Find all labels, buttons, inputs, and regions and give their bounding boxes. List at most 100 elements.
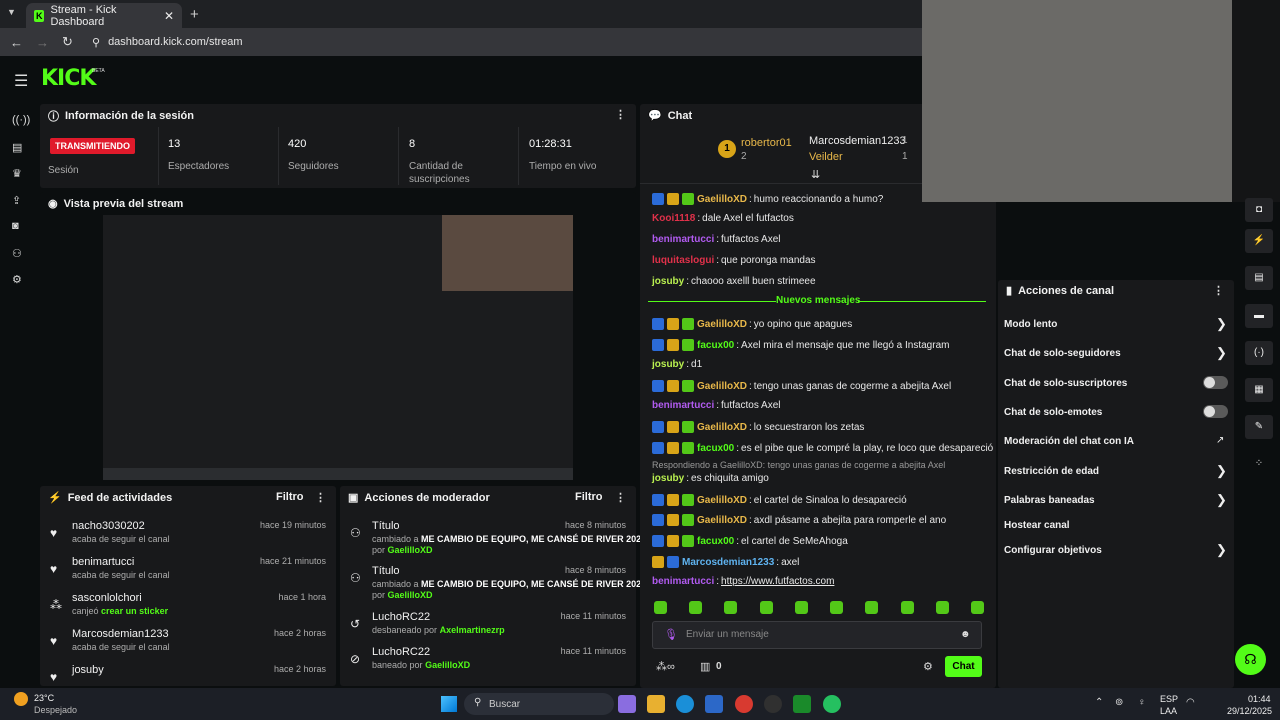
chat-username[interactable]: luquitaslogui	[652, 255, 714, 266]
bolt-quick-icon[interactable]: ⚡	[1245, 229, 1273, 253]
browser-tab[interactable]: K Stream - Kick Dashboard ✕	[26, 3, 182, 28]
wifi-icon[interactable]: ◠	[1186, 697, 1195, 708]
channel-action-label[interactable]: Moderación del chat con IA	[1004, 436, 1134, 447]
mic-tray-icon[interactable]: ♀	[1138, 697, 1146, 708]
chat-quick-icon[interactable]: ▬	[1245, 304, 1273, 328]
chevron-right-icon[interactable]: ❯	[1216, 492, 1227, 508]
chat-username[interactable]: facux00	[697, 536, 734, 547]
moderation-nav-icon[interactable]: ◙	[12, 220, 19, 232]
store-icon[interactable]: ▥	[700, 660, 710, 673]
stream-nav-icon[interactable]: ((·))	[12, 114, 30, 126]
chat-username[interactable]: GaelilloXD	[697, 381, 747, 392]
site-info-icon[interactable]: ⚲	[92, 36, 100, 49]
more-options-icon[interactable]: ⋮	[615, 108, 626, 121]
chat-username[interactable]: benimartucci	[652, 576, 714, 587]
channel-action-label[interactable]: Restricción de edad	[1004, 466, 1099, 477]
emote-icon[interactable]	[759, 601, 773, 614]
emote-icon[interactable]	[865, 601, 879, 614]
chat-username[interactable]: GaelilloXD	[697, 422, 747, 433]
notes-quick-icon[interactable]: ▤	[1245, 266, 1273, 290]
settings-nav-icon[interactable]: ⚙	[12, 273, 22, 286]
chat-username[interactable]: GaelilloXD	[697, 194, 747, 205]
emote-icon[interactable]	[724, 601, 738, 614]
close-tab-icon[interactable]: ✕	[164, 9, 174, 23]
emote-icon[interactable]	[654, 601, 667, 614]
camera-quick-icon[interactable]: ◘	[1245, 198, 1273, 222]
emote-icon[interactable]	[935, 601, 949, 614]
start-icon[interactable]	[441, 696, 457, 712]
feed-user[interactable]: Marcosdemian1233	[72, 628, 169, 640]
emote-icon[interactable]	[689, 601, 703, 614]
mod-user[interactable]: GaelilloXD	[388, 545, 433, 555]
emote-icon[interactable]	[970, 601, 984, 614]
chevron-right-icon[interactable]: ❯	[1216, 463, 1227, 479]
analytics-nav-icon[interactable]: ▤	[12, 141, 22, 154]
chat-username[interactable]: GaelilloXD	[697, 515, 747, 526]
emoji-icon[interactable]: ☻	[960, 629, 971, 640]
copilot-icon[interactable]	[618, 695, 636, 713]
chat-username[interactable]: benimartucci	[652, 234, 714, 245]
chat-settings-icon[interactable]: ⚙	[923, 660, 933, 673]
store-app-icon[interactable]	[705, 695, 723, 713]
feed-filter-button[interactable]: Filtro	[276, 491, 304, 503]
feed-user[interactable]: josuby	[72, 664, 104, 676]
community-nav-icon[interactable]: ⚇	[12, 247, 22, 260]
mod-target[interactable]: Título	[372, 520, 400, 532]
channel-action-label[interactable]: Configurar objetivos	[1004, 545, 1102, 556]
chat-username[interactable]: Marcosdemian1233	[682, 557, 774, 568]
chat-username[interactable]: facux00	[697, 340, 734, 351]
taskbar-search[interactable]	[464, 693, 614, 715]
trophy-nav-icon[interactable]: ♛	[12, 167, 22, 180]
tab-list-icon[interactable]: ▼	[7, 7, 16, 17]
top-gifter-2[interactable]: Marcosdemian1233	[809, 135, 906, 147]
emote-icon[interactable]	[900, 601, 914, 614]
channel-action-label[interactable]: Hostear canal	[1004, 520, 1070, 531]
channel-more-icon[interactable]: ⋮	[1213, 284, 1224, 297]
tray-chevron-icon[interactable]: ⌃	[1095, 697, 1103, 708]
obs-icon[interactable]	[764, 695, 782, 713]
chat-username[interactable]: josuby	[652, 276, 684, 287]
feed-user[interactable]: nacho3030202	[72, 520, 145, 532]
channel-action-label[interactable]: Palabras baneadas	[1004, 495, 1095, 506]
mod-filter-button[interactable]: Filtro	[575, 491, 603, 503]
mod-target[interactable]: LuchoRC22	[372, 611, 430, 623]
chrome-icon[interactable]	[735, 695, 753, 713]
chat-username[interactable]: GaelilloXD	[697, 319, 747, 330]
forward-icon[interactable]: →	[36, 35, 49, 50]
chevron-right-icon[interactable]: ❯	[1216, 316, 1227, 332]
chat-username[interactable]: josuby	[652, 359, 684, 370]
chat-username[interactable]: Kooi1118	[652, 213, 695, 224]
feed-more-icon[interactable]: ⋮	[315, 491, 326, 504]
kick-logo[interactable]: KICK	[41, 66, 96, 91]
support-icon[interactable]: ☊	[1235, 644, 1266, 675]
channel-action-label[interactable]: Chat de solo-seguidores	[1004, 348, 1121, 359]
hamburger-menu-icon[interactable]: ☰	[14, 71, 28, 91]
chat-text[interactable]: https://www.futfactos.com	[721, 576, 834, 587]
feed-user[interactable]: benimartucci	[72, 556, 134, 568]
broadcast-quick-icon[interactable]: (·)	[1245, 341, 1273, 365]
chat-username[interactable]: benimartucci	[652, 400, 714, 411]
top-gifter-1[interactable]: robertor01	[741, 137, 792, 149]
chat-username[interactable]: josuby	[652, 473, 684, 484]
chevron-right-icon[interactable]: ❯	[1216, 345, 1227, 361]
more-quick-icon[interactable]: ⁘	[1245, 452, 1273, 476]
mod-user[interactable]: GaelilloXD	[388, 590, 433, 600]
mic-icon[interactable]: 🎙	[664, 628, 678, 641]
back-icon[interactable]: ←	[10, 35, 23, 50]
mod-more-icon[interactable]: ⋮	[615, 491, 626, 504]
send-chat-button[interactable]: Chat	[945, 656, 982, 677]
mod-target[interactable]: Título	[372, 565, 400, 577]
mod-user[interactable]: GaelilloXD	[425, 660, 470, 670]
external-link-icon[interactable]: ↗	[1216, 435, 1224, 446]
upload-nav-icon[interactable]: ⇪	[12, 194, 21, 207]
toggle-switch[interactable]	[1203, 376, 1228, 389]
xbox-icon[interactable]	[793, 695, 811, 713]
chevron-right-icon[interactable]: ❯	[1216, 542, 1227, 558]
channel-action-label[interactable]: Modo lento	[1004, 319, 1057, 330]
network-icon[interactable]: ⊚	[1115, 697, 1123, 708]
url-field[interactable]: ⚲ dashboard.kick.com/stream	[92, 36, 243, 49]
mod-target[interactable]: LuchoRC22	[372, 646, 430, 658]
toggle-switch[interactable]	[1203, 405, 1228, 418]
chat-username[interactable]: GaelilloXD	[697, 495, 747, 506]
new-tab-icon[interactable]: +	[190, 6, 199, 23]
